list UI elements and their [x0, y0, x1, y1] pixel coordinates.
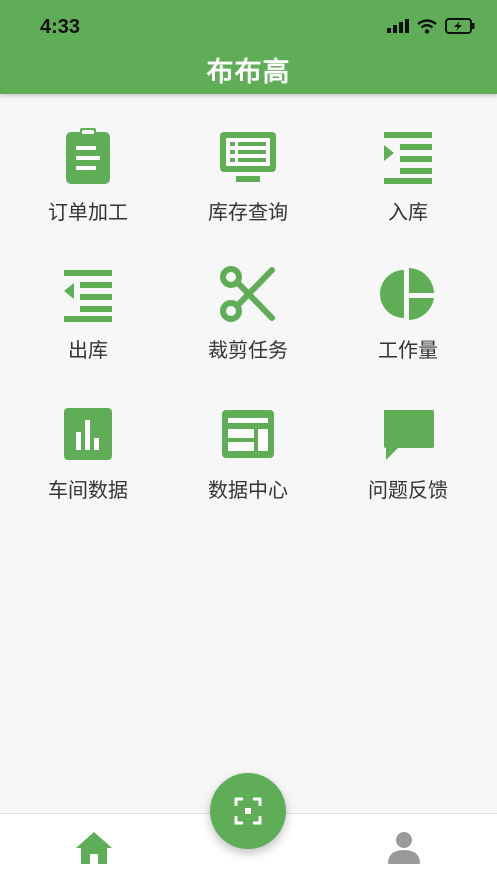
home-icon[interactable] [74, 828, 114, 868]
status-icons [387, 18, 475, 34]
menu-item-label: 入库 [388, 200, 428, 224]
monitor-list-icon [220, 132, 276, 182]
scan-icon [234, 797, 262, 825]
menu-item-feedback[interactable]: 问题反馈 [338, 406, 478, 526]
menu-item-order-processing[interactable]: 订单加工 [18, 128, 158, 248]
menu-item-stock-out[interactable]: 出库 [18, 266, 158, 386]
page-title: 布布高 [206, 57, 291, 88]
menu-item-label: 数据中心 [208, 478, 288, 502]
menu-item-label: 车间数据 [48, 478, 128, 502]
menu-item-label: 问题反馈 [368, 478, 448, 502]
menu-item-label: 裁剪任务 [208, 338, 288, 362]
indent-in-icon [384, 132, 432, 184]
menu-item-workload[interactable]: 工作量 [338, 266, 478, 386]
indent-out-icon [64, 270, 112, 322]
status-bar: 4:33 [0, 0, 497, 50]
menu-item-label: 工作量 [378, 338, 438, 362]
menu-item-workshop-data[interactable]: 车间数据 [18, 406, 158, 526]
pie-chart-icon [380, 268, 434, 320]
battery-charging-icon [445, 18, 475, 34]
menu-item-label: 库存查询 [208, 200, 288, 224]
clipboard-icon [66, 128, 110, 184]
menu-item-label: 订单加工 [48, 200, 128, 224]
bar-chart-icon [64, 408, 112, 460]
menu-item-cutting-task[interactable]: 裁剪任务 [178, 266, 318, 386]
app-header: 4:33 布布高 [0, 0, 497, 94]
chat-bubble-icon [384, 410, 434, 460]
scan-button[interactable] [210, 773, 286, 849]
menu-item-label: 出库 [68, 338, 108, 362]
menu-item-inventory-query[interactable]: 库存查询 [178, 128, 318, 248]
menu-item-data-center[interactable]: 数据中心 [178, 406, 318, 526]
scissors-icon [220, 266, 275, 322]
person-icon[interactable] [384, 828, 424, 868]
signal-icon [387, 19, 409, 33]
data-panel-icon [222, 410, 274, 458]
menu-item-stock-in[interactable]: 入库 [338, 128, 478, 248]
wifi-icon [417, 18, 437, 34]
status-time: 4:33 [40, 16, 81, 38]
